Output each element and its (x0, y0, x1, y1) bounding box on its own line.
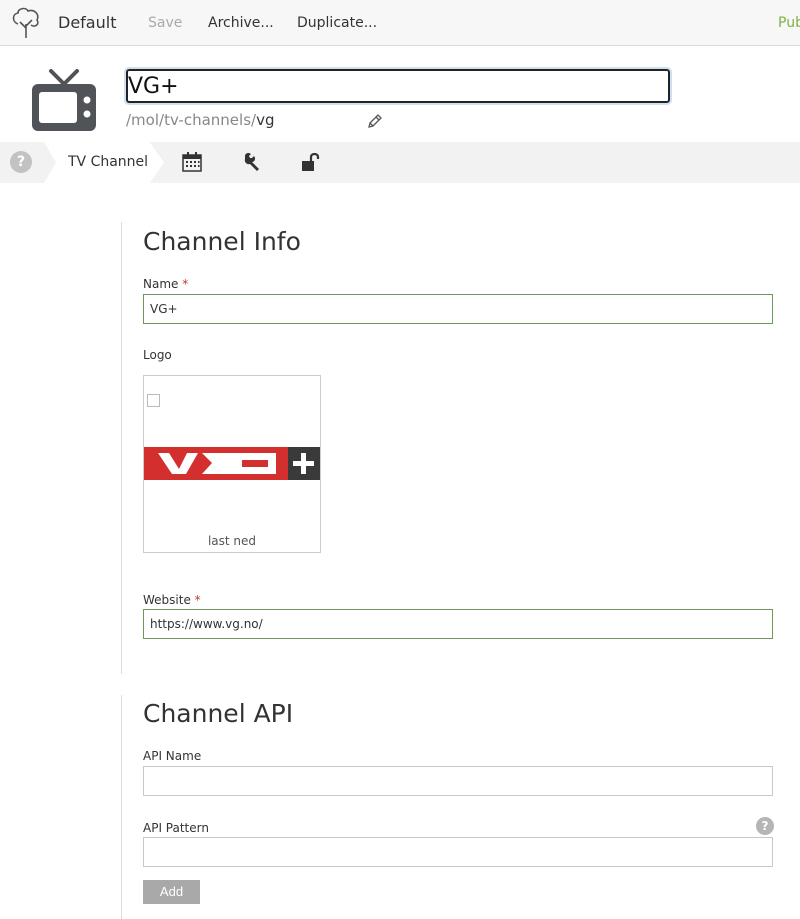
archive-button[interactable]: Archive... (208, 15, 274, 31)
api-pattern-help-icon[interactable]: ? (756, 817, 774, 835)
logo-checkbox[interactable] (147, 394, 160, 407)
api-pattern-field[interactable] (143, 837, 773, 867)
path-slug[interactable]: vg (256, 111, 274, 129)
section-divider (121, 695, 122, 919)
website-field[interactable] (143, 609, 773, 639)
title-input[interactable] (124, 67, 672, 105)
pencil-icon[interactable] (367, 113, 383, 129)
duplicate-button[interactable]: Duplicate... (297, 15, 377, 31)
section-title-channel-info: Channel Info (143, 227, 301, 256)
vg-plus-logo (144, 447, 320, 480)
save-button[interactable]: Save (148, 15, 182, 31)
api-pattern-label: API Pattern (143, 821, 209, 835)
unlock-icon[interactable] (301, 152, 321, 172)
website-label: Website * (143, 593, 201, 607)
workspace-label[interactable]: Default (58, 13, 116, 32)
logo-download-link[interactable]: last ned (144, 534, 320, 548)
wrench-icon[interactable] (242, 152, 262, 172)
api-name-label: API Name (143, 749, 202, 763)
calendar-icon[interactable] (182, 152, 202, 172)
name-label: Name * (143, 277, 189, 291)
top-toolbar (0, 0, 800, 46)
section-divider (121, 222, 122, 674)
add-button[interactable]: Add (143, 880, 200, 904)
logo-label: Logo (143, 348, 172, 362)
api-name-field[interactable] (143, 766, 773, 796)
tv-icon (32, 69, 96, 131)
tree-logo-icon[interactable] (10, 6, 42, 40)
content-path: /mol/tv-channels/vg (126, 111, 275, 129)
tab-tv-channel-label[interactable]: TV Channel (68, 154, 148, 170)
publish-button[interactable]: Pub (778, 15, 800, 31)
help-icon[interactable]: ? (10, 151, 32, 173)
name-field[interactable] (143, 294, 773, 324)
section-title-channel-api: Channel API (143, 699, 294, 728)
